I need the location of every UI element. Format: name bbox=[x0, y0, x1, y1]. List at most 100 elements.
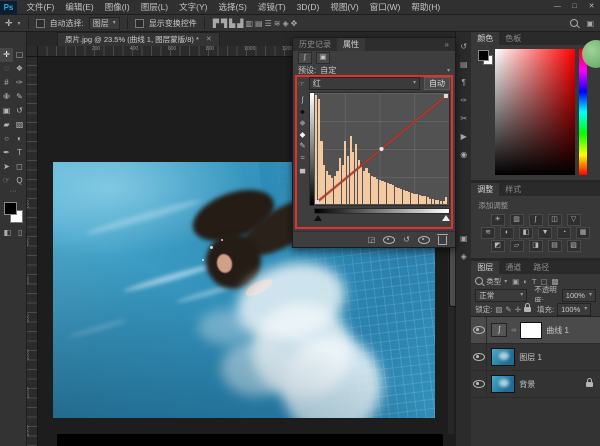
tool-preset-caret-icon[interactable]: ▾ bbox=[18, 20, 21, 27]
tab-paths[interactable]: 路径 bbox=[527, 261, 555, 274]
move-tool-option-icon[interactable]: ✛ bbox=[5, 18, 13, 29]
smooth-curve-icon[interactable]: ≈ bbox=[300, 154, 304, 162]
menu-item[interactable]: 文字(Y) bbox=[174, 2, 213, 12]
healing-brush-tool[interactable]: ✙ bbox=[0, 90, 13, 104]
threshold-icon[interactable]: ◨ bbox=[529, 240, 543, 252]
visibility-cell[interactable] bbox=[471, 317, 487, 343]
dodge-tool[interactable]: ◐ bbox=[13, 132, 26, 146]
black-point-slider[interactable] bbox=[314, 215, 322, 221]
lock-transparency-icon[interactable]: ▨ bbox=[495, 305, 502, 314]
foreground-color-swatch[interactable] bbox=[478, 50, 489, 61]
menu-item[interactable]: 视图(V) bbox=[325, 2, 364, 12]
eyedropper-tool[interactable]: ✑ bbox=[13, 76, 26, 90]
clip-to-layer-icon[interactable]: ◲ bbox=[368, 235, 376, 244]
align-middle-icon[interactable]: ▜ bbox=[220, 19, 228, 28]
document-tab[interactable]: 原片.jpg @ 23.5% (曲线 1, 图层蒙版/8) * ✕ bbox=[57, 32, 220, 46]
move-tool[interactable]: ✛ bbox=[0, 48, 13, 62]
photo-filter-icon[interactable]: ▼ bbox=[538, 227, 552, 239]
histogram-icon[interactable]: ▄ bbox=[300, 165, 305, 173]
lasso-tool[interactable]: ◌ bbox=[0, 62, 13, 76]
color-balance-icon[interactable]: ◐ bbox=[500, 227, 514, 239]
eraser-tool[interactable]: ▰ bbox=[0, 118, 13, 132]
auto-select-dropdown[interactable]: 图层 ▾ bbox=[89, 17, 120, 30]
layer-row[interactable]: 背景 bbox=[471, 371, 600, 398]
marquee-tool[interactable]: ▢ bbox=[13, 48, 26, 62]
layer-thumbnail[interactable] bbox=[491, 348, 515, 366]
close-button[interactable]: ✕ bbox=[583, 0, 600, 14]
auto-button[interactable]: 自动 bbox=[424, 77, 450, 90]
opacity-dropdown[interactable]: 100% ▾ bbox=[562, 289, 596, 302]
layer-mask-link-icon[interactable]: ∞ bbox=[511, 327, 516, 334]
white-point-slider[interactable] bbox=[442, 215, 450, 221]
shape-tool[interactable]: ◻ bbox=[13, 160, 26, 174]
actions-panel-icon[interactable]: ▶ bbox=[461, 132, 467, 141]
adjustment-view-icon[interactable]: ∫ bbox=[298, 52, 312, 64]
menu-item[interactable]: 窗口(W) bbox=[364, 2, 406, 12]
pencil-icon[interactable]: ✎ bbox=[299, 142, 305, 150]
adjustment-layer-icon[interactable]: ∫ bbox=[491, 323, 507, 337]
tab-history[interactable]: 历史记录 bbox=[293, 38, 337, 51]
align-top-icon[interactable]: ▛ bbox=[212, 19, 220, 28]
history-brush-tool[interactable]: ↺ bbox=[13, 104, 26, 118]
lock-all-icon[interactable] bbox=[524, 307, 531, 312]
layer-mask-thumbnail[interactable] bbox=[520, 322, 542, 339]
visibility-cell[interactable] bbox=[471, 344, 487, 370]
tab-layers[interactable]: 图层 bbox=[471, 261, 499, 274]
channel-dropdown[interactable]: 红 ▾ bbox=[309, 77, 420, 90]
hand-tool[interactable]: ☞ bbox=[0, 174, 13, 188]
quick-selection-tool[interactable]: ❖ bbox=[13, 62, 26, 76]
maximize-button[interactable]: □ bbox=[566, 0, 583, 14]
layer-row[interactable]: ∫∞曲线 1 bbox=[471, 317, 600, 344]
menu-item[interactable]: 选择(S) bbox=[213, 2, 252, 12]
filter-adjustment-icon[interactable]: ◐ bbox=[523, 277, 528, 286]
vibrance-icon[interactable]: ▽ bbox=[567, 214, 581, 226]
zoom-tool[interactable]: Q bbox=[13, 174, 26, 188]
curve-tool-icon[interactable]: ʃ bbox=[302, 96, 304, 104]
chevron-down-icon[interactable]: ▾ bbox=[447, 67, 450, 74]
chevron-down-icon[interactable]: ▾ bbox=[504, 278, 507, 285]
menu-item[interactable]: 图层(L) bbox=[135, 2, 173, 12]
hue-slider[interactable] bbox=[579, 49, 587, 175]
tool-presets-panel-icon[interactable]: ✂ bbox=[460, 114, 467, 123]
hue-saturation-icon[interactable]: ≋ bbox=[481, 227, 495, 239]
quick-mask-icon[interactable]: ◧ bbox=[4, 228, 12, 237]
tab-swatches[interactable]: 色板 bbox=[499, 32, 527, 45]
libraries-panel-icon[interactable]: ▣ bbox=[460, 234, 468, 243]
show-transform-checkbox[interactable] bbox=[135, 19, 144, 28]
curves-icon[interactable]: ∫ bbox=[529, 214, 543, 226]
clone-source-panel-icon[interactable]: ▤ bbox=[460, 60, 468, 69]
layer-visibility-icon[interactable] bbox=[473, 326, 485, 334]
screen-mode-icon[interactable]: ▯ bbox=[18, 228, 22, 237]
3d-pan-icon[interactable]: ✥ bbox=[290, 19, 299, 28]
workspace-switcher-icon[interactable]: ▣ bbox=[585, 19, 595, 28]
type-tool[interactable]: T bbox=[13, 146, 26, 160]
gray-point-eyedropper-icon[interactable]: ◆ bbox=[300, 119, 306, 127]
more-tools-icon[interactable]: ··· bbox=[0, 188, 26, 198]
menu-item[interactable]: 滤镜(T) bbox=[252, 2, 291, 12]
tab-properties[interactable]: 属性 bbox=[337, 38, 365, 51]
saturation-brightness-field[interactable] bbox=[495, 49, 575, 175]
posterize-icon[interactable]: ▱ bbox=[510, 240, 524, 252]
notes-panel-icon[interactable]: ◉ bbox=[460, 150, 467, 159]
previous-state-icon[interactable] bbox=[383, 236, 395, 244]
delete-icon[interactable] bbox=[438, 236, 447, 245]
lock-position-icon[interactable]: ✛ bbox=[515, 305, 521, 314]
exposure-icon[interactable]: ◫ bbox=[548, 214, 562, 226]
pen-tool[interactable]: ✒ bbox=[0, 146, 13, 160]
menu-item[interactable]: 图像(I) bbox=[99, 2, 135, 12]
levels-icon[interactable]: ▥ bbox=[510, 214, 524, 226]
targeted-adjustment-icon[interactable]: ☞ bbox=[298, 80, 305, 88]
character-panel-icon[interactable]: ¶ bbox=[462, 78, 466, 87]
foreground-color-swatch[interactable] bbox=[4, 202, 17, 215]
search-icon[interactable] bbox=[570, 19, 578, 27]
clone-stamp-tool[interactable]: ▣ bbox=[0, 104, 13, 118]
white-point-eyedropper-icon[interactable]: ◆ bbox=[300, 131, 306, 139]
distribute-right-icon[interactable]: ▤ bbox=[254, 19, 264, 28]
crop-tool[interactable]: # bbox=[0, 76, 13, 90]
distribute-center-icon[interactable]: ▥ bbox=[244, 19, 254, 28]
path-selection-tool[interactable]: ➤ bbox=[0, 160, 13, 174]
blur-tool[interactable]: ○ bbox=[0, 132, 13, 146]
layer-row[interactable]: 图层 1 bbox=[471, 344, 600, 371]
align-edges-icon[interactable]: ☰ bbox=[264, 19, 273, 28]
tab-color[interactable]: 颜色 bbox=[471, 32, 499, 45]
